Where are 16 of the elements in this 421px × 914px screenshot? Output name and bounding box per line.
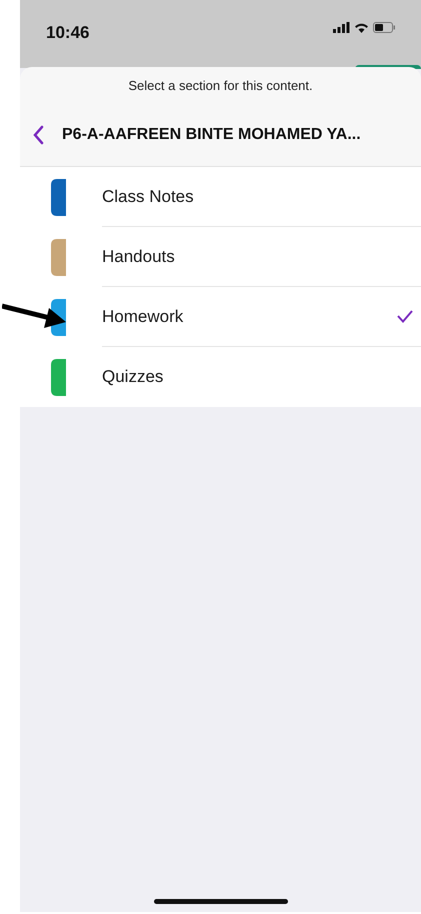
section-item[interactable]: Handouts bbox=[20, 227, 421, 287]
battery-icon bbox=[373, 22, 395, 33]
notebook-title: P6-A-AAFREEN BINTE MOHAMED YA... bbox=[62, 125, 361, 145]
chevron-left-icon bbox=[32, 125, 44, 145]
section-label: Handouts bbox=[102, 246, 176, 268]
section-item[interactable]: Class Notes bbox=[20, 167, 421, 227]
wifi-icon bbox=[354, 22, 369, 33]
section-label: Class Notes bbox=[102, 186, 195, 208]
status-time: 10:46 bbox=[46, 22, 90, 44]
section-label: Homework bbox=[102, 306, 184, 328]
section-label: Quizzes bbox=[102, 366, 164, 388]
sheet-prompt: Select a section for this content. bbox=[128, 76, 313, 95]
checkmark-icon bbox=[397, 310, 413, 323]
signal-icon bbox=[333, 22, 350, 33]
section-item[interactable]: Quizzes bbox=[20, 347, 421, 407]
arrow-icon bbox=[2, 302, 66, 328]
